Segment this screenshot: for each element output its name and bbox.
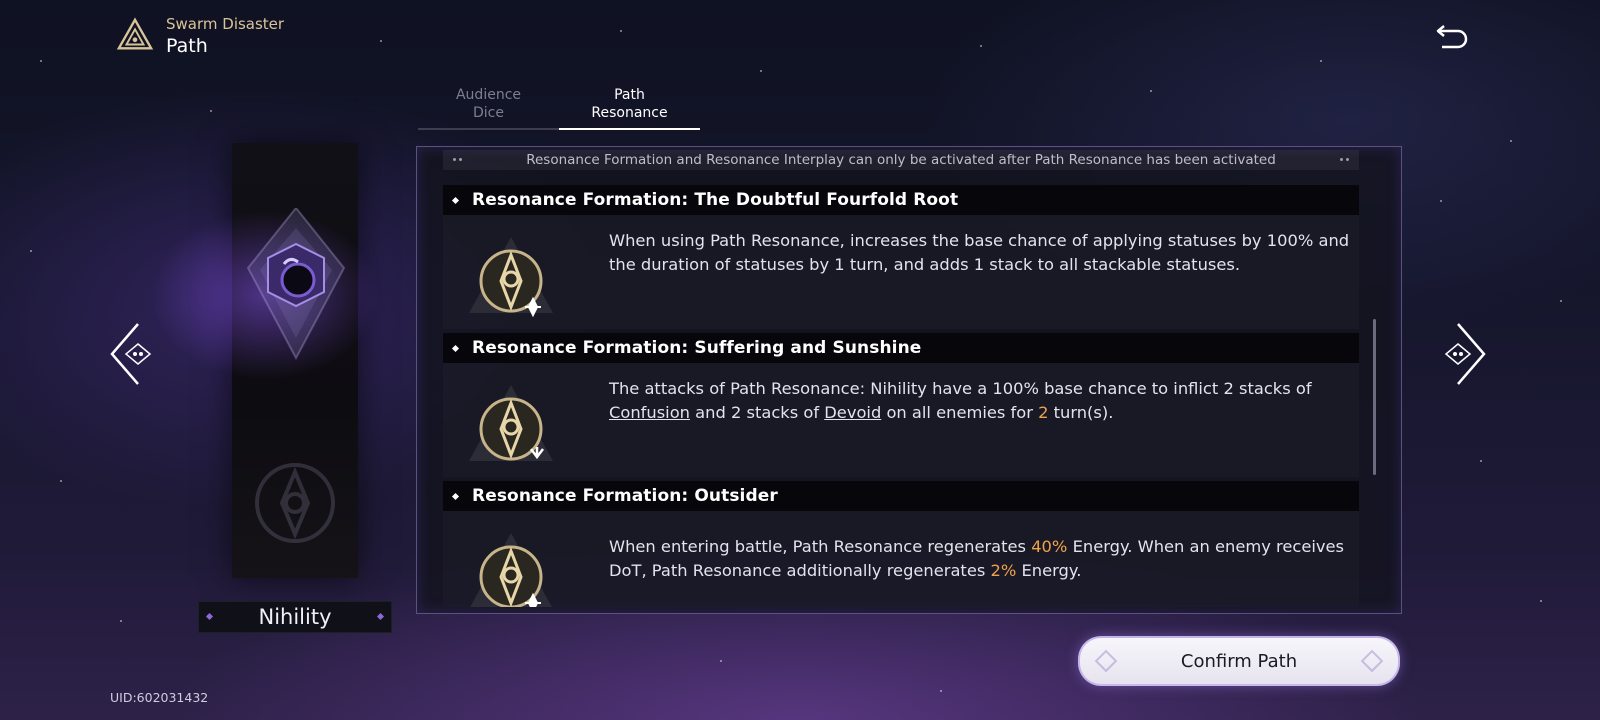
diamond-bullet-icon bbox=[451, 344, 460, 352]
desc-text: Energy. bbox=[1016, 561, 1082, 580]
triangle-emblem-icon bbox=[116, 17, 154, 50]
highlight-value: 2% bbox=[990, 561, 1017, 580]
keyword-link-confusion[interactable]: Confusion bbox=[609, 403, 690, 422]
entry-title: Resonance Formation: Suffering and Sunsh… bbox=[472, 338, 922, 358]
entry-title: Resonance Formation: Outsider bbox=[472, 486, 778, 506]
path-name-plate: Nihility bbox=[198, 601, 392, 633]
keyword-link-devoid[interactable]: Devoid bbox=[824, 403, 881, 422]
diamond-icon bbox=[205, 612, 214, 621]
tab-path-resonance[interactable]: Path Resonance bbox=[559, 84, 700, 130]
entry-body: When entering battle, Path Resonance reg… bbox=[443, 511, 1359, 607]
resonance-formation-icon bbox=[469, 237, 553, 318]
desc-text: turn(s). bbox=[1048, 403, 1114, 422]
dot-icon bbox=[1340, 158, 1343, 161]
user-id: UID:602031432 bbox=[110, 690, 209, 705]
desc-text: on all enemies for bbox=[881, 403, 1039, 422]
activation-notice: Resonance Formation and Resonance Interp… bbox=[443, 150, 1359, 170]
header-subtitle: Swarm Disaster bbox=[166, 15, 285, 33]
dot-icon bbox=[453, 158, 456, 161]
highlight-value: 2 bbox=[1038, 403, 1049, 422]
diamond-bullet-icon bbox=[451, 492, 460, 500]
confirm-path-button[interactable]: Confirm Path bbox=[1078, 636, 1400, 686]
dot-icon bbox=[1346, 158, 1349, 161]
entry-description: The attacks of Path Resonance: Nihility … bbox=[609, 377, 1359, 425]
resonance-formation-entry[interactable]: Resonance Formation: Outsider When enter… bbox=[443, 481, 1359, 607]
highlight-value: 40% bbox=[1031, 537, 1068, 556]
resonance-formation-icon bbox=[469, 385, 553, 461]
tab-bar: Audience Dice Path Resonance bbox=[418, 84, 700, 130]
tab-audience-dice[interactable]: Audience Dice bbox=[418, 84, 559, 128]
page-title: Path bbox=[166, 35, 208, 57]
entry-description: When entering battle, Path Resonance reg… bbox=[609, 535, 1359, 583]
desc-text: The attacks of Path Resonance: Nihility … bbox=[609, 379, 1312, 398]
tab-label: Path Resonance bbox=[591, 87, 668, 121]
dot-icon bbox=[459, 158, 462, 161]
diamond-icon bbox=[376, 612, 385, 621]
resonance-formation-entry[interactable]: Resonance Formation: Suffering and Sunsh… bbox=[443, 333, 1359, 477]
desc-text: When entering battle, Path Resonance reg… bbox=[609, 537, 1032, 556]
entry-header: Resonance Formation: Outsider bbox=[443, 481, 1359, 511]
resonance-formation-icon bbox=[470, 533, 552, 607]
page-header: Swarm Disaster Path bbox=[116, 14, 284, 58]
entry-body: The attacks of Path Resonance: Nihility … bbox=[443, 363, 1359, 477]
entry-header: Resonance Formation: The Doubtful Fourfo… bbox=[443, 185, 1359, 215]
scrollbar[interactable] bbox=[1373, 319, 1376, 475]
nihility-watermark-icon bbox=[255, 463, 335, 543]
next-path-arrow-icon[interactable] bbox=[1432, 322, 1488, 386]
diamond-bullet-icon bbox=[451, 196, 460, 204]
entry-title: Resonance Formation: The Doubtful Fourfo… bbox=[472, 190, 959, 210]
desc-text: and 2 stacks of bbox=[690, 403, 825, 422]
entry-header: Resonance Formation: Suffering and Sunsh… bbox=[443, 333, 1359, 363]
tab-label: Audience Dice bbox=[455, 87, 522, 121]
entry-description: When using Path Resonance, increases the… bbox=[609, 231, 1350, 274]
notice-text: Resonance Formation and Resonance Interp… bbox=[526, 152, 1276, 168]
resonance-panel: Resonance Formation and Resonance Interp… bbox=[416, 146, 1402, 614]
return-arrow-icon[interactable] bbox=[1434, 20, 1470, 52]
resonance-formation-entry[interactable]: Resonance Formation: The Doubtful Fourfo… bbox=[443, 185, 1359, 329]
path-name: Nihility bbox=[258, 605, 332, 629]
nihility-emblem-icon bbox=[246, 208, 346, 361]
entry-body: When using Path Resonance, increases the… bbox=[443, 215, 1359, 329]
